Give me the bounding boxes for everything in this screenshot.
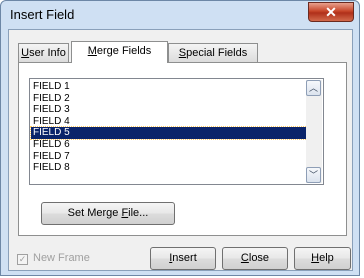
chevron-down-icon: ﹀ (308, 170, 318, 180)
list-item-field-4[interactable]: FIELD 4 (31, 116, 307, 128)
scroll-down-button[interactable]: ﹀ (306, 167, 321, 183)
list-scrollbar[interactable]: ︿ ﹀ (306, 80, 322, 183)
list-item-field-6[interactable]: FIELD 6 (31, 139, 307, 151)
close-window-button[interactable]: ✕ (308, 2, 354, 22)
scroll-up-button[interactable]: ︿ (306, 80, 321, 96)
close-button[interactable]: Close (222, 247, 288, 270)
tab-special-fields-mnemonic: S (178, 47, 187, 59)
help-label: elp (319, 252, 334, 264)
set-merge-file-button[interactable]: Set Merge File... (41, 202, 175, 225)
list-item-field-2[interactable]: FIELD 2 (31, 93, 307, 105)
tab-user-info[interactable]: User Info (18, 43, 69, 62)
dialog-title: Insert Field (10, 7, 75, 22)
tab-user-info-label: ser Info (29, 47, 66, 59)
insert-button[interactable]: Insert (150, 247, 216, 270)
close-label: lose (248, 252, 270, 264)
help-mnemonic: H (311, 252, 320, 264)
list-item-field-5-selected[interactable]: FIELD 5 (30, 126, 308, 140)
list-item-field-3[interactable]: FIELD 3 (31, 104, 307, 116)
list-item-field-7[interactable]: FIELD 7 (31, 151, 307, 163)
tab-special-fields-label: pecial Fields (186, 47, 248, 59)
help-button[interactable]: Help (294, 247, 351, 270)
insert-label: nsert (172, 252, 197, 264)
tab-merge-fields-label: erge Fields (96, 45, 152, 57)
set-merge-file-prefix: Set Merge (67, 207, 122, 219)
set-merge-file-suffix: ile... (128, 207, 149, 219)
new-frame-checkbox[interactable]: ✓ (17, 254, 28, 265)
title-bar[interactable]: Insert Field ✕ (1, 1, 359, 29)
checkmark-icon: ✓ (18, 254, 27, 264)
dialog-body: User Info Merge Fields Special Fields Se… (8, 29, 353, 271)
chevron-up-icon: ︿ (308, 83, 318, 93)
tab-merge-fields-mnemonic: M (87, 45, 97, 57)
tab-user-info-mnemonic: U (21, 47, 30, 59)
tab-special-fields[interactable]: Special Fields (168, 43, 258, 62)
close-mnemonic: C (240, 252, 249, 264)
merge-fields-list[interactable]: FIELD 1 FIELD 2 FIELD 3 FIELD 4 FIELD 5 … (29, 78, 324, 185)
tab-merge-fields[interactable]: Merge Fields (71, 41, 168, 63)
list-items-container: FIELD 1 FIELD 2 FIELD 3 FIELD 4 FIELD 5 … (30, 81, 308, 174)
close-icon: ✕ (325, 4, 337, 20)
new-frame-label: New Frame (33, 252, 90, 264)
list-item-field-1[interactable]: FIELD 1 (31, 81, 307, 93)
list-item-field-8[interactable]: FIELD 8 (31, 162, 307, 174)
insert-field-dialog: Insert Field ✕ User Info Merge Fields Sp… (0, 0, 360, 276)
